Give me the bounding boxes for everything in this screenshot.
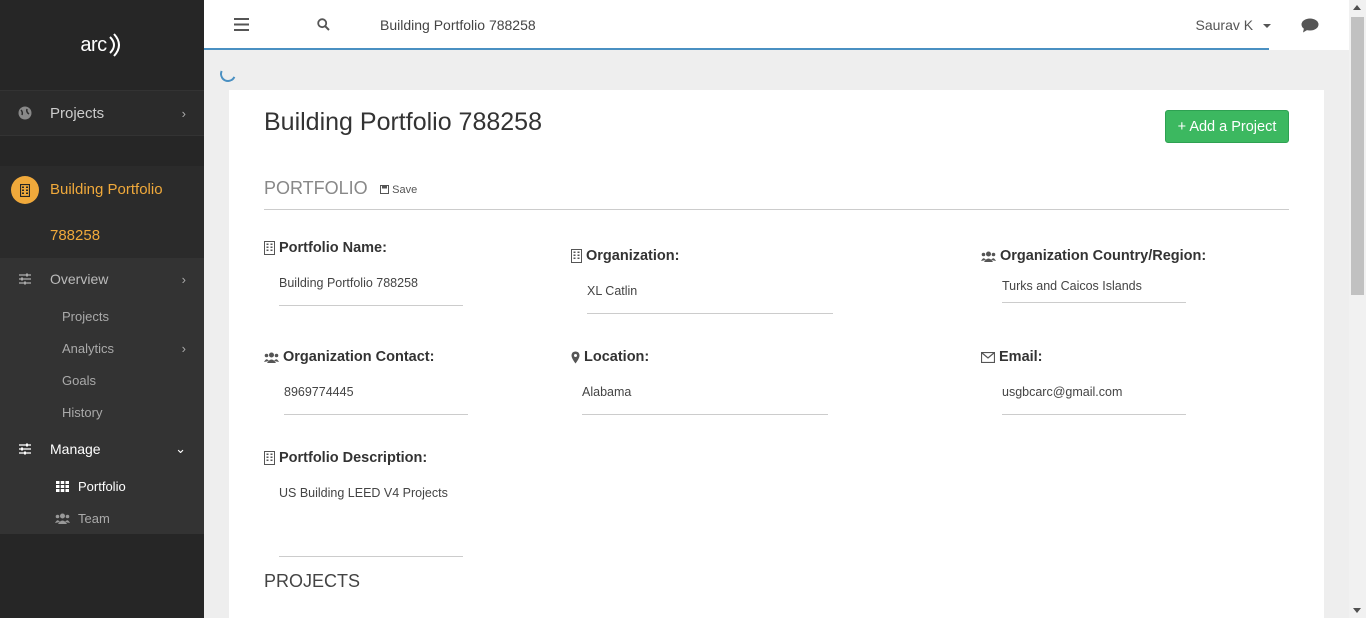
sidebar-item-analytics[interactable]: Analytics › [0,332,204,364]
grid-icon [54,480,70,492]
field-label: Location: [571,349,841,365]
sidebar: arc Projects › Building Portfolio 788258 [0,0,204,618]
chevron-right-icon: › [181,271,186,287]
sliders-icon [19,273,31,285]
building-icon [571,249,582,263]
add-project-button[interactable]: + Add a Project [1165,110,1289,143]
save-label: Save [392,183,418,196]
users-icon [264,352,279,363]
save-link[interactable]: Save [380,184,417,196]
description-textarea[interactable]: US Building LEED V4 Projects [279,486,463,557]
email-field: Email: usgbcarc@gmail.com [981,349,1241,415]
portfolio-subnav: Overview › Projects Analytics › Goals Hi… [0,258,204,534]
chat-icon[interactable] [1301,18,1319,38]
field-label: Organization Country/Region: [981,248,1241,264]
sidebar-item-team[interactable]: Team [0,502,204,534]
hamburger-menu-icon[interactable] [234,18,249,36]
sidebar-item-projects[interactable]: Projects › [0,90,204,136]
sidebar-item-history[interactable]: History [0,396,204,428]
sidebar-item-overview[interactable]: Overview › [0,258,204,300]
portfolio-name-field: Portfolio Name: Building Portfolio 78825… [264,240,464,306]
overview-label: Overview [50,271,109,287]
floppy-disk-icon [380,185,390,194]
org-contact-input[interactable]: 8969774445 [284,385,468,415]
sliders-icon [19,443,31,455]
field-label: Organization Contact: [264,349,484,365]
portfolio-card: Building Portfolio 788258 + Add a Projec… [229,90,1324,618]
scrollbar-thumb[interactable] [1351,17,1364,295]
building-icon [264,451,275,465]
breadcrumb: Building Portfolio 788258 [380,17,536,33]
team-label: Team [78,510,110,526]
loading-spinner-icon [217,63,239,85]
org-country-field: Organization Country/Region: Turks and C… [981,248,1241,303]
portfolio-section-header: PORTFOLIO Save [264,178,1289,210]
user-name: Saurav K [1195,17,1254,33]
page-title: Building Portfolio 788258 [264,108,542,136]
page-scrollbar[interactable] [1349,0,1366,618]
user-menu[interactable]: Saurav K [1196,17,1271,33]
portfolio-name-line2: 788258 [50,227,101,244]
location-field: Location: Alabama [571,349,841,415]
portfolio-name-line1: Building Portfolio [50,181,163,198]
map-marker-icon [571,351,580,363]
search-icon[interactable] [317,18,330,36]
organization-label: Organization: [586,248,680,264]
field-label: Organization: [571,248,841,264]
field-label: Portfolio Description: [264,450,484,466]
location-input[interactable]: Alabama [582,385,828,415]
users-icon [54,513,70,524]
portfolio-label: Portfolio [78,478,126,494]
organization-field: Organization: XL Catlin [571,248,841,314]
current-portfolio[interactable]: Building Portfolio 788258 [0,166,204,258]
chevron-right-icon: › [181,105,186,121]
sidebar-item-label: Projects [50,104,105,122]
field-label: Portfolio Name: [264,240,464,256]
portfolio-name-label: Portfolio Name: [279,240,387,256]
manage-label: Manage [50,441,101,457]
sidebar-item-projects-sub[interactable]: Projects [0,300,204,332]
projects-heading: PROJECTS [264,571,361,591]
location-label: Location: [584,349,650,365]
sidebar-item-goals[interactable]: Goals [0,364,204,396]
logo-text: arc [80,33,107,56]
email-label: Email: [999,349,1043,365]
logo-waves-icon [108,33,120,57]
chevron-right-icon: › [181,340,186,356]
email-input[interactable]: usgbcarc@gmail.com [1002,385,1186,415]
envelope-icon [981,351,995,363]
globe-icon [18,106,32,120]
org-contact-field: Organization Contact: 8969774445 [264,349,484,415]
org-contact-label: Organization Contact: [283,349,435,365]
field-label: Email: [981,349,1241,365]
scroll-down-icon[interactable] [1353,608,1361,613]
org-country-label: Organization Country/Region: [1000,248,1207,264]
portfolio-name-input[interactable]: Building Portfolio 788258 [279,276,463,306]
sidebar-item-portfolio[interactable]: Portfolio [0,470,204,502]
org-country-select[interactable]: Turks and Caicos Islands [1002,279,1186,303]
arc-logo[interactable]: arc [0,0,204,90]
chevron-down-icon: ⌄ [175,441,186,456]
section-title: PORTFOLIO [264,178,368,198]
description-label: Portfolio Description: [279,450,428,466]
analytics-label: Analytics [62,340,115,356]
organization-input[interactable]: XL Catlin [587,284,833,314]
building-icon [11,176,39,204]
top-bar: Building Portfolio 788258 Saurav K [204,0,1349,50]
users-icon [981,251,996,262]
scroll-up-icon[interactable] [1353,5,1361,10]
caret-down-icon [1263,24,1271,29]
building-icon [264,241,275,255]
description-field: Portfolio Description: US Building LEED … [264,450,484,557]
sidebar-item-manage[interactable]: Manage ⌄ [0,428,204,470]
